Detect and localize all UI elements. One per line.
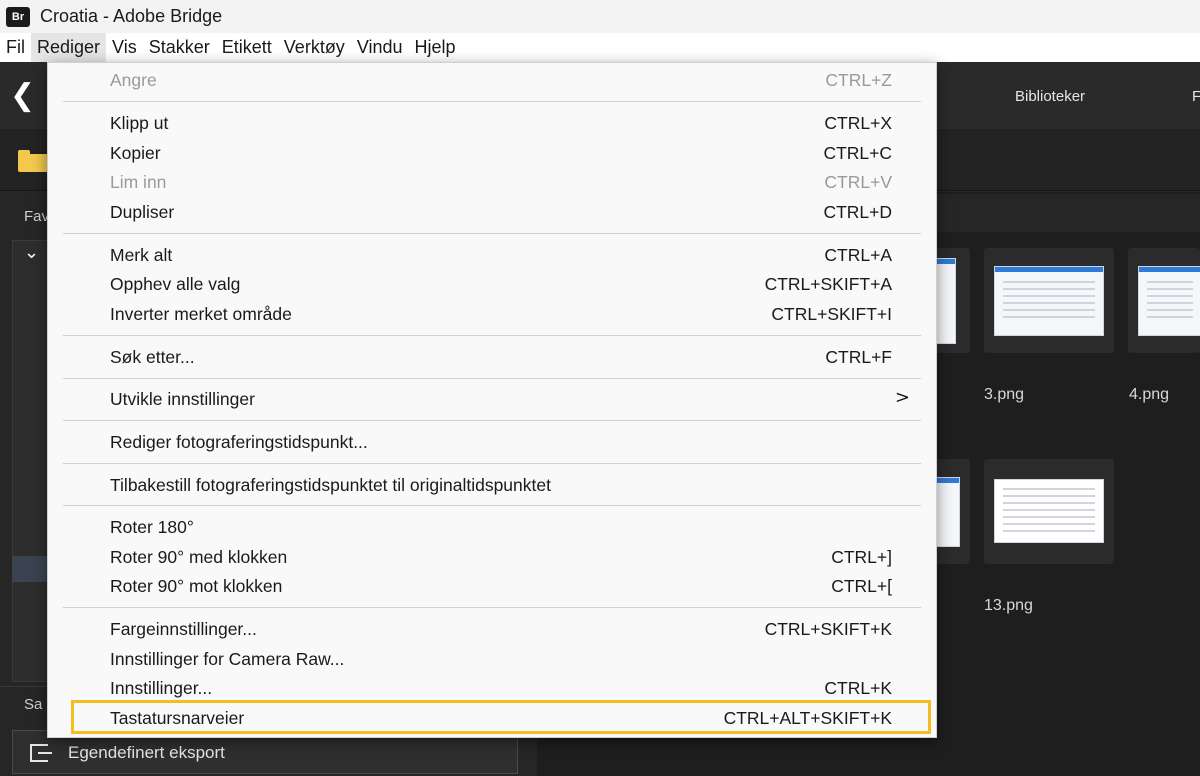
menu-separator	[63, 233, 921, 234]
menu-etikett[interactable]: Etikett	[216, 33, 278, 62]
menu-item-duplicate[interactable]: Dupliser CTRL+D	[48, 198, 936, 228]
thumbnail-label-3: 3.png	[984, 386, 1025, 403]
chevron-down-icon[interactable]: ⌄	[24, 242, 39, 263]
menu-bar: Fil Rediger Vis Stakker Etikett Verktøy …	[0, 33, 1200, 62]
menu-item-deselect-all[interactable]: Opphev alle valg CTRL+SKIFT+A	[48, 270, 936, 300]
menu-item-paste[interactable]: Lim inn CTRL+V	[48, 168, 936, 198]
menu-separator	[63, 378, 921, 379]
menu-verktoy[interactable]: Verktøy	[278, 33, 351, 62]
menu-rediger[interactable]: Rediger	[31, 33, 107, 62]
back-arrow-icon[interactable]: ❮	[10, 80, 38, 112]
menu-separator	[63, 607, 921, 608]
favorites-tab[interactable]: Fav	[24, 208, 49, 225]
menu-stakker[interactable]: Stakker	[143, 33, 216, 62]
menu-item-camera-raw-settings[interactable]: Innstillinger for Camera Raw...	[48, 645, 936, 675]
selected-list-item[interactable]	[12, 556, 48, 582]
menu-item-preferences[interactable]: Innstillinger... CTRL+K	[48, 674, 936, 704]
favorites-list	[12, 240, 51, 682]
menu-item-select-all[interactable]: Merk alt CTRL+A	[48, 241, 936, 271]
tab-partial[interactable]: F	[1192, 88, 1200, 105]
menu-item-cut[interactable]: Klipp ut CTRL+X	[48, 109, 936, 139]
tab-libraries[interactable]: Biblioteker	[1015, 88, 1085, 105]
menu-item-revert-capture-time[interactable]: Tilbakestill fotograferingstidspunktet t…	[48, 471, 936, 501]
menu-item-undo[interactable]: Angre CTRL+Z	[48, 66, 936, 96]
menu-item-invert-selection[interactable]: Inverter merket område CTRL+SKIFT+I	[48, 300, 936, 330]
menu-separator	[63, 463, 921, 464]
menu-item-rotate-90-ccw[interactable]: Roter 90° mot klokken CTRL+[	[48, 572, 936, 602]
menu-hjelp[interactable]: Hjelp	[409, 33, 462, 62]
menu-separator	[63, 420, 921, 421]
menu-fil[interactable]: Fil	[0, 33, 31, 62]
menu-item-rotate-90-cw[interactable]: Roter 90° med klokken CTRL+]	[48, 543, 936, 573]
folder-icon[interactable]	[18, 150, 48, 172]
menu-vindu[interactable]: Vindu	[351, 33, 409, 62]
thumbnail-13[interactable]	[984, 459, 1114, 564]
menu-item-develop-settings[interactable]: Utvikle innstillinger >	[48, 385, 936, 415]
menu-separator	[63, 101, 921, 102]
export-panel-tab[interactable]: Sa	[24, 696, 42, 713]
menu-item-rotate-180[interactable]: Roter 180°	[48, 513, 936, 543]
menu-item-edit-capture-time[interactable]: Rediger fotograferingstidspunkt...	[48, 428, 936, 458]
thumbnail-4[interactable]	[1128, 248, 1200, 353]
edit-menu-dropdown: Angre CTRL+Z Klipp ut CTRL+X Kopier CTRL…	[47, 62, 937, 738]
thumbnail-label-13: 13.png	[984, 597, 1033, 614]
menu-separator	[63, 335, 921, 336]
menu-separator	[63, 505, 921, 506]
export-icon	[30, 744, 52, 762]
menu-item-find[interactable]: Søk etter... CTRL+F	[48, 343, 936, 373]
window-title: Croatia - Adobe Bridge	[40, 6, 223, 26]
bridge-app-icon: Br	[6, 6, 30, 27]
menu-item-keyboard-shortcuts[interactable]: Tastatursnarveier CTRL+ALT+SKIFT+K	[48, 704, 936, 734]
thumbnail-3[interactable]	[984, 248, 1114, 353]
custom-export-label: Egendefinert eksport	[68, 743, 225, 762]
menu-vis[interactable]: Vis	[106, 33, 143, 62]
submenu-arrow-icon: >	[894, 387, 910, 408]
menu-item-copy[interactable]: Kopier CTRL+C	[48, 139, 936, 169]
thumbnail-label-4: 4.png	[1129, 386, 1170, 403]
menu-item-color-settings[interactable]: Fargeinnstillinger... CTRL+SKIFT+K	[48, 615, 936, 645]
title-bar: Br Croatia - Adobe Bridge	[0, 0, 1200, 33]
